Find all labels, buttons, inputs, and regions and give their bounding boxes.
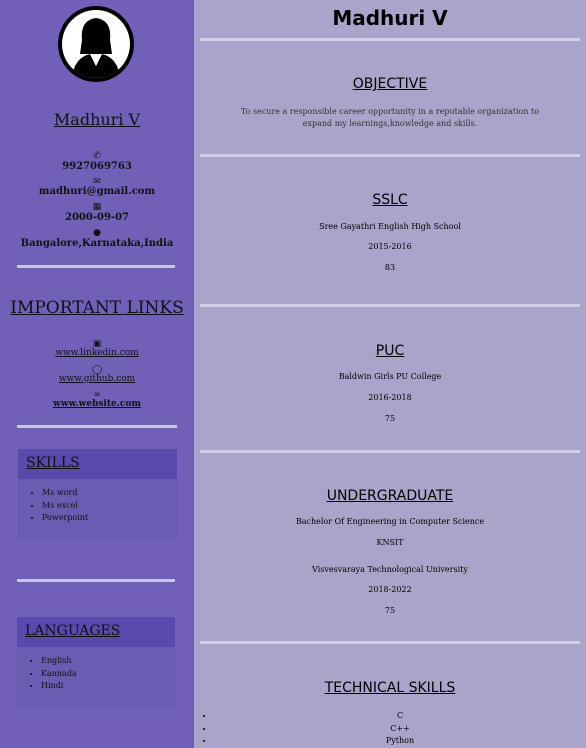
ug-score: 75 <box>384 606 396 615</box>
objective-title: OBJECTIVE <box>352 76 428 92</box>
page-title: Madhuri V <box>332 6 448 30</box>
location: Bangalore,Karnataka,India <box>20 238 174 249</box>
puc-years: 2016-2018 <box>368 393 412 402</box>
languages-box: LANGUAGES English Kannada Hindi <box>17 617 175 708</box>
list-item: Ms excel <box>42 500 88 513</box>
sidebar-name: Madhuri V <box>53 110 141 129</box>
puc-score: 75 <box>384 414 396 423</box>
ug-years: 2018-2022 <box>368 585 412 594</box>
location-pin-icon: ● <box>93 228 101 238</box>
list-item: C++ <box>214 723 586 736</box>
github-link[interactable]: www.github.com <box>0 374 194 384</box>
languages-list: English Kannada Hindi <box>17 655 77 693</box>
sslc-school: Sree Gayathri English High School <box>319 222 461 231</box>
ug-degree: Bachelor Of Engineering in Computer Scie… <box>295 517 485 526</box>
sslc-score: 83 <box>384 263 396 272</box>
languages-header: LANGUAGES <box>17 617 175 647</box>
section-divider <box>200 304 580 307</box>
ug-college: KNSIT <box>376 538 404 547</box>
list-item: Powerpoint <box>42 512 88 525</box>
puc-title: PUC <box>375 343 405 359</box>
skills-header: SKILLS <box>18 449 177 479</box>
skills-title: SKILLS <box>26 455 80 471</box>
list-item: Python <box>214 735 586 748</box>
skills-list: Ms word Ms excel Powerpoint <box>18 487 88 525</box>
section-divider <box>200 154 580 157</box>
section-divider <box>200 450 580 453</box>
phone-number: 9927069763 <box>62 161 132 172</box>
ug-university: Visvesvaraya Technological University <box>312 565 468 574</box>
list-item: Hindi <box>41 680 77 693</box>
links-title: IMPORTANT LINKS <box>10 298 184 318</box>
technical-skills-list: C C++ Python <box>214 710 586 748</box>
avatar <box>58 6 134 82</box>
languages-title: LANGUAGES <box>25 623 121 639</box>
section-divider <box>200 641 580 644</box>
sidebar-divider <box>17 265 175 268</box>
section-divider <box>200 38 580 41</box>
date-of-birth: 2000-09-07 <box>65 212 129 223</box>
email-address: madhuri@gmail.com <box>38 186 156 197</box>
undergraduate-title: UNDERGRADUATE <box>326 488 454 504</box>
list-item: English <box>41 655 77 668</box>
technical-skills-title: TECHNICAL SKILLS <box>324 680 456 696</box>
sslc-years: 2015-2016 <box>368 242 412 251</box>
phone-icon: ✆ <box>93 151 101 161</box>
list-item: Kannada <box>41 668 77 681</box>
objective-text: To secure a responsible career opportuni… <box>240 107 540 128</box>
list-item: Ms word <box>42 487 88 500</box>
website-link[interactable]: www.website.com <box>0 399 194 409</box>
skills-box: SKILLS Ms word Ms excel Powerpoint <box>18 449 177 540</box>
sidebar: Madhuri V ✆ 9927069763 ✉ madhuri@gmail.c… <box>0 0 194 748</box>
puc-school: Baldwin Girls PU College <box>338 372 442 381</box>
sslc-title: SSLC <box>372 192 408 208</box>
sidebar-divider <box>17 425 177 428</box>
list-item: C <box>214 710 586 723</box>
female-user-icon <box>62 10 130 78</box>
linkedin-link[interactable]: www.linkedin.com <box>0 348 194 358</box>
main-content: Madhuri V OBJECTIVE To secure a responsi… <box>194 0 586 748</box>
sidebar-divider <box>17 579 175 582</box>
calendar-icon: ▦ <box>92 202 102 212</box>
